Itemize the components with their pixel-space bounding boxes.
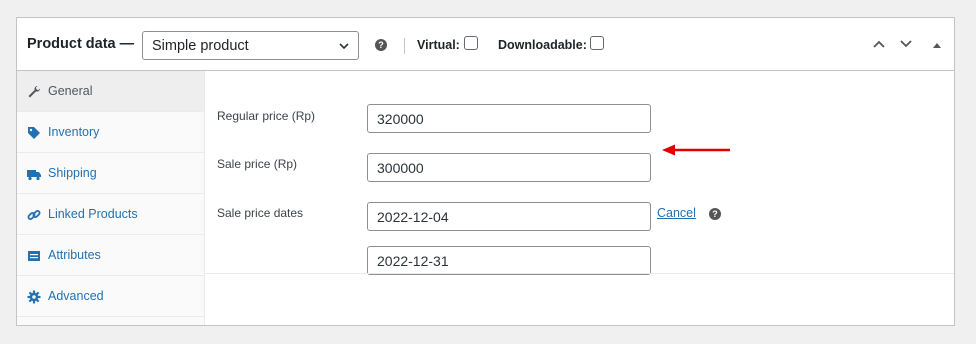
header-separator <box>404 38 405 54</box>
help-icon[interactable]: ? <box>709 208 721 220</box>
panel-title: Product data — <box>27 36 135 52</box>
tab-label: Advanced <box>48 289 104 303</box>
tab-label: Linked Products <box>48 207 138 221</box>
tab-label: Shipping <box>48 166 97 180</box>
tab-advanced[interactable]: Advanced <box>17 276 204 317</box>
sale-date-from-value: 2022-12-04 <box>377 209 449 225</box>
product-data-tabs: General Inventory Shipping Linked Produc… <box>17 71 205 325</box>
sale-dates-label: Sale price dates <box>217 206 304 220</box>
downloadable-checkbox[interactable] <box>590 36 604 50</box>
form-divider <box>205 273 954 274</box>
downloadable-label: Downloadable: <box>498 38 587 52</box>
cancel-schedule-link[interactable]: Cancel <box>657 206 696 220</box>
sale-date-from-input[interactable]: 2022-12-04 <box>367 202 651 231</box>
highlight-arrow <box>662 144 730 156</box>
move-up-icon[interactable] <box>872 38 886 50</box>
sale-date-to-input[interactable]: 2022-12-31 <box>367 246 651 275</box>
wrench-icon <box>28 85 41 98</box>
tab-linked-products[interactable]: Linked Products <box>17 194 204 235</box>
tab-label: General <box>48 84 93 98</box>
toggle-panel-icon[interactable] <box>932 41 942 49</box>
tab-inventory[interactable]: Inventory <box>17 112 204 153</box>
regular-price-value: 320000 <box>377 111 424 127</box>
tab-label: Inventory <box>48 125 100 139</box>
link-icon <box>27 210 41 220</box>
tab-shipping[interactable]: Shipping <box>17 153 204 194</box>
truck-icon <box>27 170 41 181</box>
sale-price-label: Sale price (Rp) <box>217 157 298 171</box>
virtual-checkbox[interactable] <box>464 36 478 50</box>
move-down-icon[interactable] <box>899 38 913 50</box>
chevron-down-icon <box>339 43 349 50</box>
regular-price-input[interactable]: 320000 <box>367 104 651 133</box>
tab-attributes[interactable]: Attributes <box>17 235 204 276</box>
product-data-panel: Product data — Simple product ? Virtual:… <box>16 17 955 326</box>
sale-date-to-value: 2022-12-31 <box>377 253 449 269</box>
tab-general[interactable]: General <box>17 71 204 112</box>
gear-icon <box>27 290 41 304</box>
tab-label: Attributes <box>48 248 101 262</box>
virtual-label: Virtual: <box>417 38 460 52</box>
product-type-select[interactable]: Simple product <box>142 31 359 60</box>
help-icon[interactable]: ? <box>375 39 387 51</box>
panel-header: Product data — Simple product ? Virtual:… <box>17 18 954 71</box>
product-type-value: Simple product <box>152 38 249 54</box>
tag-icon <box>28 127 40 139</box>
sale-price-value: 300000 <box>377 160 424 176</box>
sale-price-input[interactable]: 300000 <box>367 153 651 182</box>
regular-price-label: Regular price (Rp) <box>217 109 316 123</box>
table-icon <box>28 251 40 261</box>
